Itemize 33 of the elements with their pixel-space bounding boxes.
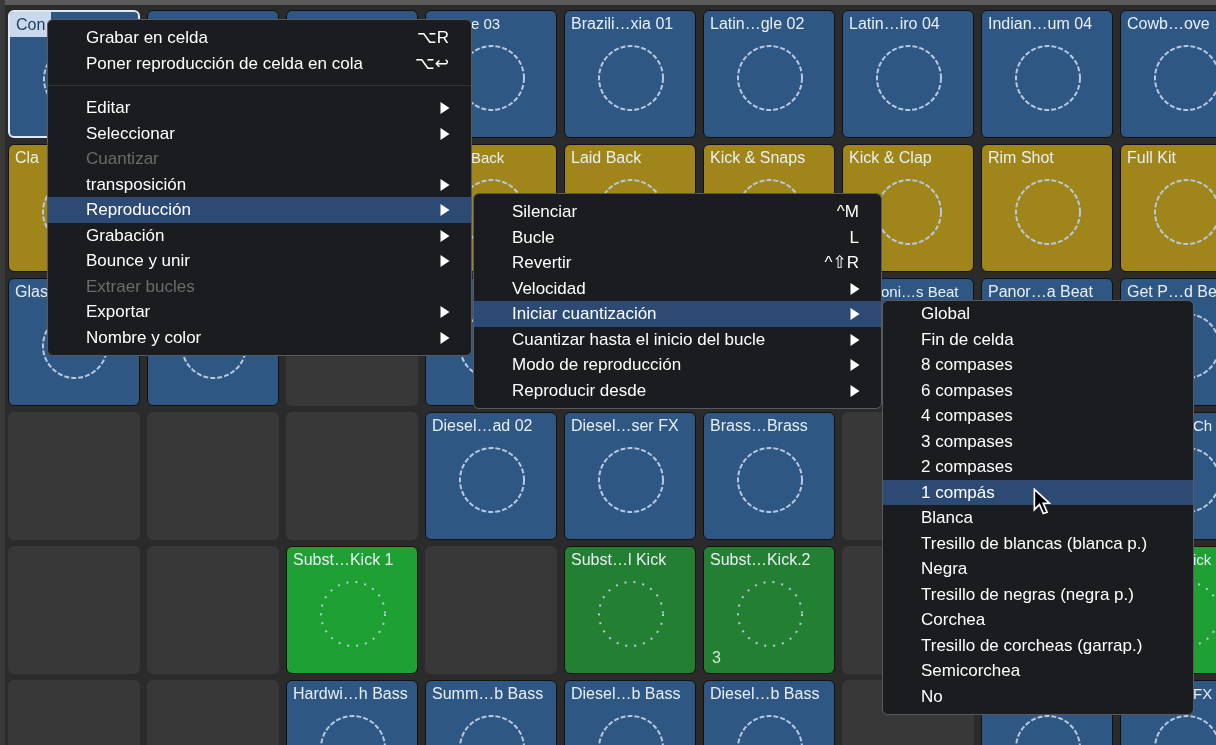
- clip-name: Diesel…ad 02: [431, 416, 534, 436]
- clip-name: Diesel…b Bass: [709, 684, 821, 704]
- clip-name: Subst…Kick 1: [292, 550, 395, 570]
- clip-name: Glas: [14, 282, 49, 302]
- clip-count: 3: [712, 649, 721, 667]
- clip-name: oni…s Beat: [880, 282, 960, 302]
- clip-name: Laid Back: [570, 148, 643, 168]
- clip-name: Latin…iro 04: [848, 14, 941, 34]
- shortcut-label: L: [849, 226, 859, 249]
- clip-name: Cowb…ove: [1126, 14, 1211, 34]
- clip-name: Latin…gle 02: [709, 14, 806, 34]
- clip-name: Brass…Brass: [709, 416, 809, 436]
- clip-name: Summ…b Bass: [431, 684, 545, 704]
- clip-name: Get P…d Be: [1126, 282, 1216, 302]
- clip-name: Subst…Kick.2: [709, 550, 812, 570]
- clip-name: Indian…um 04: [987, 14, 1094, 34]
- clip-name: e 03: [470, 14, 502, 34]
- clip-name: Diesel…b Bass: [570, 684, 682, 704]
- clip-name: Kick & Snaps: [709, 148, 807, 168]
- clip-name: Full Kit: [1126, 148, 1177, 168]
- clip-name: Panor…a Beat: [987, 282, 1094, 302]
- clip-name: Hardwi…h Bass: [292, 684, 409, 704]
- clip-name: Rim Shot: [987, 148, 1055, 168]
- clip-name: Kick & Clap: [848, 148, 933, 168]
- clip-name: Brazili…xia 01: [570, 14, 675, 34]
- clip-name: Con: [10, 12, 52, 37]
- clip-name: Ch: [1192, 416, 1214, 436]
- clip-name: Back: [470, 148, 506, 168]
- clip-name: ick: [1192, 550, 1213, 570]
- clip-name: Subst…l Kick: [570, 550, 668, 570]
- clip-name: FX: [1192, 684, 1214, 704]
- clip-name: Cla: [14, 148, 40, 168]
- clip-name: Diesel…ser FX: [570, 416, 680, 436]
